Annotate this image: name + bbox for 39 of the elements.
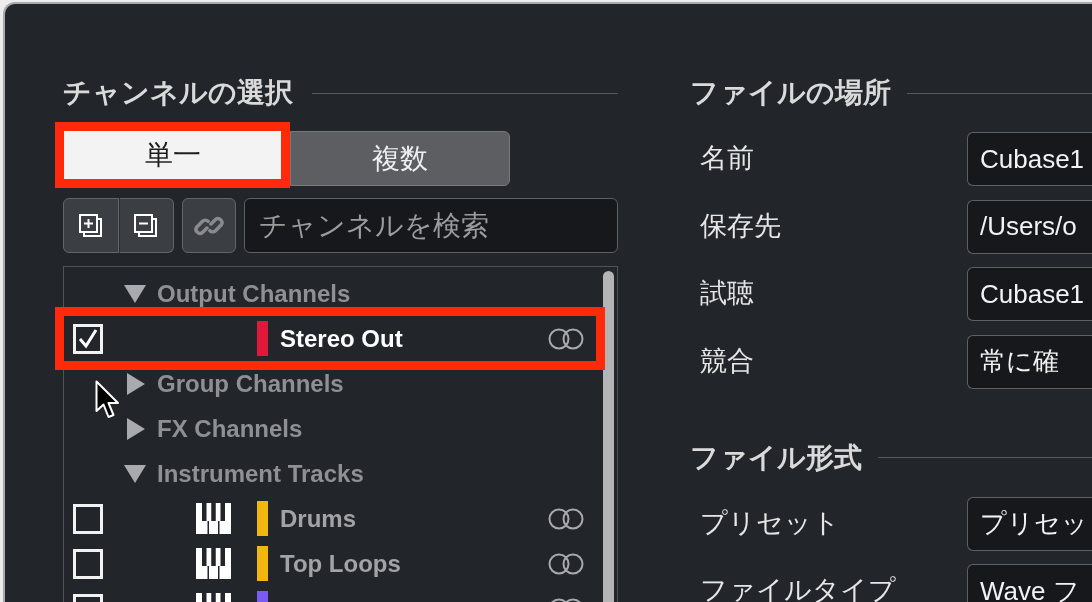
track-name: Stereo Out [280,324,404,353]
checkbox[interactable] [73,323,103,354]
field-label: プリセット [700,510,840,535]
tree-group-toggle[interactable]: Instrument Tracks [124,459,364,488]
section-heading: チャンネルの選択 [63,78,293,108]
plus-squares-icon [78,213,103,238]
checkbox[interactable] [73,503,103,534]
text-field[interactable]: 常に確 [967,334,1092,389]
pointer-arrow-icon [95,380,120,420]
piano-keys-icon [196,548,231,579]
text-field[interactable]: プリセッ [967,496,1092,551]
mode-toggle-button[interactable]: 単一 [55,122,290,188]
text-field[interactable]: Wave フ [967,564,1092,602]
tree-group-toggle[interactable]: Output Channels [124,279,351,308]
search-field[interactable]: チャンネルを検索 [244,198,618,253]
overlapping-circles-icon [548,507,584,530]
tree-group-toggle[interactable]: FX Channels [124,414,303,443]
field-label: 保存先 [700,213,781,238]
field-label: 試聴 [700,281,754,305]
overlapping-circles-icon [548,552,584,575]
tree-group-toggle[interactable]: Group Channels [124,369,344,398]
text-field[interactable]: /Users/o [967,199,1092,254]
field-label: 競合 [700,348,754,373]
text-field[interactable]: Cubase1 [967,132,1092,186]
track-name: Top Loops [280,549,402,578]
section-heading: ファイル形式 [690,442,862,473]
track-name: Drums [280,504,358,533]
expand-all-button[interactable] [63,198,119,253]
collapse-all-button[interactable] [118,198,174,253]
scrollbar-thumb[interactable] [603,271,614,602]
field-label: 名前 [700,146,754,170]
overlapping-circles-icon [548,327,584,350]
minus-squares-icon [134,213,159,238]
section-heading: ファイルの場所 [690,78,891,108]
link-button[interactable] [182,198,237,253]
piano-keys-icon [196,503,231,534]
mode-toggle-button[interactable]: 複数 [290,131,510,186]
text-field[interactable]: Cubase1 [967,267,1092,321]
checkbox[interactable] [73,548,103,579]
